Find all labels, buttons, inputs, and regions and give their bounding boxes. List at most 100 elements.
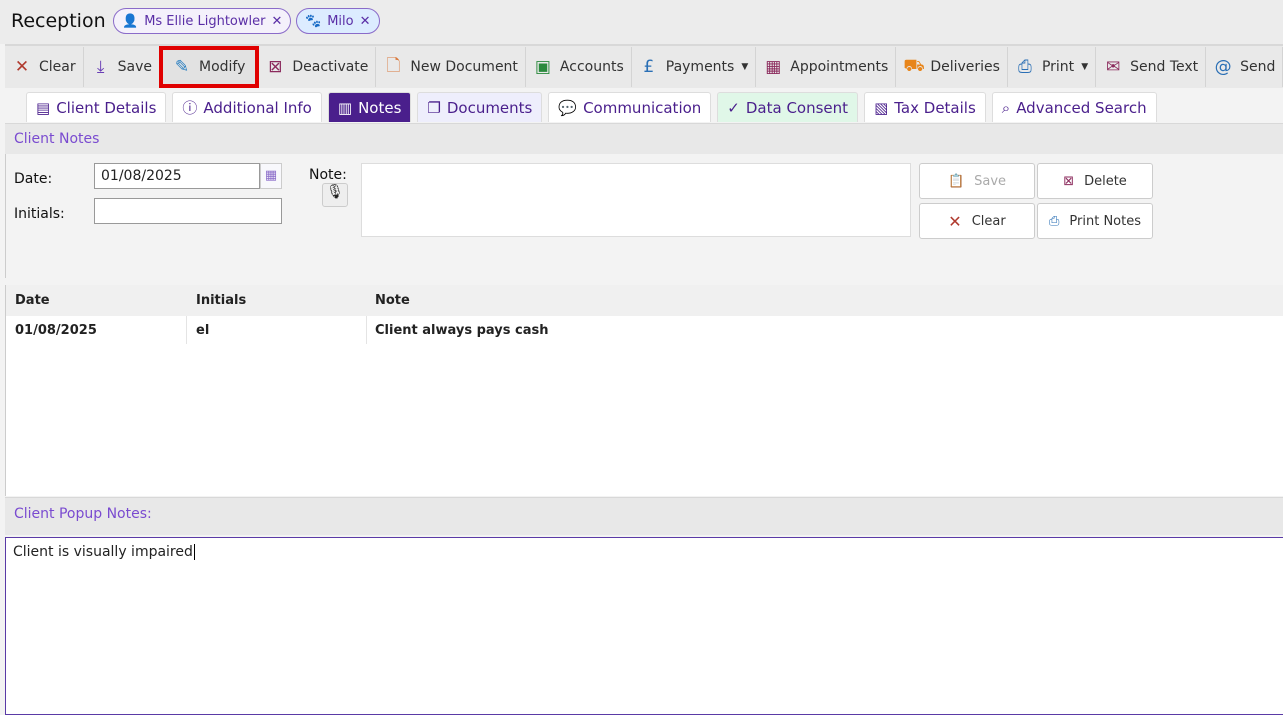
popup-notes-input[interactable]: Client is visually impaired <box>5 537 1283 715</box>
toolbar-label: Print <box>1041 59 1075 75</box>
patient-chip[interactable]: 🐾 Milo ✕ <box>296 8 380 34</box>
column-initials[interactable]: Initials <box>187 293 367 308</box>
toolbar-label: Payments <box>665 59 735 75</box>
clipboard-icon: ▥ <box>337 98 353 117</box>
print-notes-button[interactable]: ⎙ Print Notes <box>1037 203 1153 239</box>
pound-icon: £ <box>643 57 655 77</box>
clear-label: Clear <box>971 213 1006 229</box>
toolbar-label: Send <box>1240 59 1276 75</box>
column-note[interactable]: Note <box>367 293 410 308</box>
toolbar-new-document-button[interactable]: 🗋 New Document <box>376 47 526 87</box>
notes-table: Date Initials Note 01/08/2025 el Client … <box>5 285 1283 496</box>
toolbar-deliveries-button[interactable]: ⛟ Deliveries <box>896 47 1008 87</box>
toolbar-deactivate-button[interactable]: ⊠ Deactivate <box>258 47 377 87</box>
toolbar-label: Deactivate <box>292 59 369 75</box>
date-input[interactable]: 01/08/2025 <box>94 163 260 189</box>
tab-label: Client Details <box>56 98 157 117</box>
note-form: Date: 01/08/2025 ▦ Initials: Note: 🎙 📋 Sa… <box>5 154 1283 278</box>
person-icon: 👤 <box>122 13 139 29</box>
table-row[interactable]: 01/08/2025 el Client always pays cash <box>6 316 1283 344</box>
tab-bar: ▤ Client Details ⓘ Additional Info ▥ Notes ❐ Do… <box>26 92 1157 122</box>
toolbar-clear-button[interactable]: ✕ Clear <box>5 47 84 87</box>
dropdown-arrow-icon[interactable]: ▼ <box>1081 62 1088 72</box>
initials-label: Initials: <box>14 206 65 222</box>
microphone-off-icon[interactable]: 🎙 <box>322 183 348 207</box>
clear-note-button[interactable]: ✕ Clear <box>919 203 1035 239</box>
envelope-icon: ✉ <box>1105 57 1121 77</box>
cell-note: Client always pays cash <box>375 322 549 338</box>
save-label: Save <box>974 173 1007 189</box>
toolbar-accounts-button[interactable]: ▣ Accounts <box>526 47 632 87</box>
print-label: Print Notes <box>1069 213 1141 229</box>
toolbar-send-button[interactable]: @ Send <box>1206 47 1283 87</box>
toolbar-label: Modify <box>199 59 246 75</box>
toolbar-send-text-button[interactable]: ✉ Send Text <box>1096 47 1207 87</box>
page-title: Reception <box>11 10 106 32</box>
x-icon: ✕ <box>14 57 30 77</box>
calendar-icon[interactable]: ▦ <box>260 163 282 189</box>
toolbar-payments-button[interactable]: £ Payments ▼ <box>632 47 757 87</box>
tab-advanced-search[interactable]: ⌕ Advanced Search <box>991 92 1157 122</box>
note-label: Note: <box>309 167 347 183</box>
client-chip[interactable]: 👤 Ms Ellie Lightowler ✕ <box>113 8 292 34</box>
save-icon: ⤓ <box>96 57 105 77</box>
paw-icon: 🐾 <box>305 13 322 29</box>
date-label: Date: <box>14 171 53 187</box>
toolbar: ✕ Clear ⤓ Save ✎ Modify ⊠ Deactivate 🗋 New Docume… <box>5 44 1283 88</box>
chat-icon: 💬 <box>558 98 578 117</box>
close-icon[interactable]: ✕ <box>360 14 371 29</box>
copy-icon: ❐ <box>427 98 441 117</box>
cell-date: 01/08/2025 <box>6 316 187 344</box>
initials-input[interactable] <box>94 198 282 224</box>
client-name: Ms Ellie Lightowler <box>144 13 266 29</box>
x-icon: ✕ <box>948 211 962 231</box>
tab-data-consent[interactable]: ✓ Data Consent <box>717 92 859 122</box>
tab-label: Data Consent <box>745 98 849 117</box>
calendar-icon: ▦ <box>765 57 782 77</box>
delete-note-button[interactable]: ⊠ Delete <box>1037 163 1153 199</box>
toolbar-modify-button[interactable]: ✎ Modify <box>158 46 260 88</box>
patient-name: Milo <box>327 13 354 29</box>
column-date[interactable]: Date <box>6 293 187 308</box>
popup-notes-header: Client Popup Notes: <box>5 497 1283 535</box>
clipboard-icon: 📋 <box>947 173 965 189</box>
toolbar-label: Appointments <box>790 59 889 75</box>
text-cursor <box>193 544 195 560</box>
tab-client-details[interactable]: ▤ Client Details <box>26 92 167 122</box>
popup-notes-text: Client is visually impaired <box>13 544 193 560</box>
clipboard-check-icon: ✓ <box>727 98 740 117</box>
document-icon: 🗋 <box>386 55 401 76</box>
tab-communication[interactable]: 💬 Communication <box>548 92 712 122</box>
info-icon: ⓘ <box>182 99 198 117</box>
archive-icon: ⊠ <box>1063 173 1075 189</box>
tab-tax-details[interactable]: ▧ Tax Details <box>864 92 986 122</box>
toolbar-print-button[interactable]: ⎙ Print ▼ <box>1008 47 1097 87</box>
cell-initials: el <box>187 316 367 344</box>
money-icon: ▣ <box>534 57 551 77</box>
tab-label: Additional Info <box>203 98 312 117</box>
client-notes-header: Client Notes <box>5 123 1283 154</box>
toolbar-label: Send Text <box>1130 59 1199 75</box>
id-card-icon: ▤ <box>36 98 51 117</box>
save-note-button[interactable]: 📋 Save <box>919 163 1035 199</box>
pencil-icon: ✎ <box>174 57 190 77</box>
toolbar-label: Clear <box>39 59 76 75</box>
printer-icon: ⎙ <box>1018 57 1032 77</box>
note-input[interactable] <box>361 163 911 237</box>
delete-label: Delete <box>1084 173 1127 189</box>
dropdown-arrow-icon[interactable]: ▼ <box>741 62 748 72</box>
tab-notes[interactable]: ▥ Notes <box>327 92 412 122</box>
search-icon: ⌕ <box>1001 98 1011 117</box>
tab-label: Advanced Search <box>1016 98 1147 117</box>
toolbar-appointments-button[interactable]: ▦ Appointments <box>756 47 897 87</box>
close-icon[interactable]: ✕ <box>271 14 282 29</box>
toolbar-label: Accounts <box>559 59 624 75</box>
tab-documents[interactable]: ❐ Documents <box>417 92 543 122</box>
toolbar-label: New Document <box>410 59 518 75</box>
toolbar-save-button[interactable]: ⤓ Save <box>84 47 160 87</box>
tab-additional-info[interactable]: ⓘ Additional Info <box>172 92 322 122</box>
receipt-icon: ▧ <box>874 98 889 117</box>
truck-icon: ⛟ <box>903 56 925 76</box>
printer-icon: ⎙ <box>1049 213 1060 229</box>
tab-label: Communication <box>583 98 702 117</box>
